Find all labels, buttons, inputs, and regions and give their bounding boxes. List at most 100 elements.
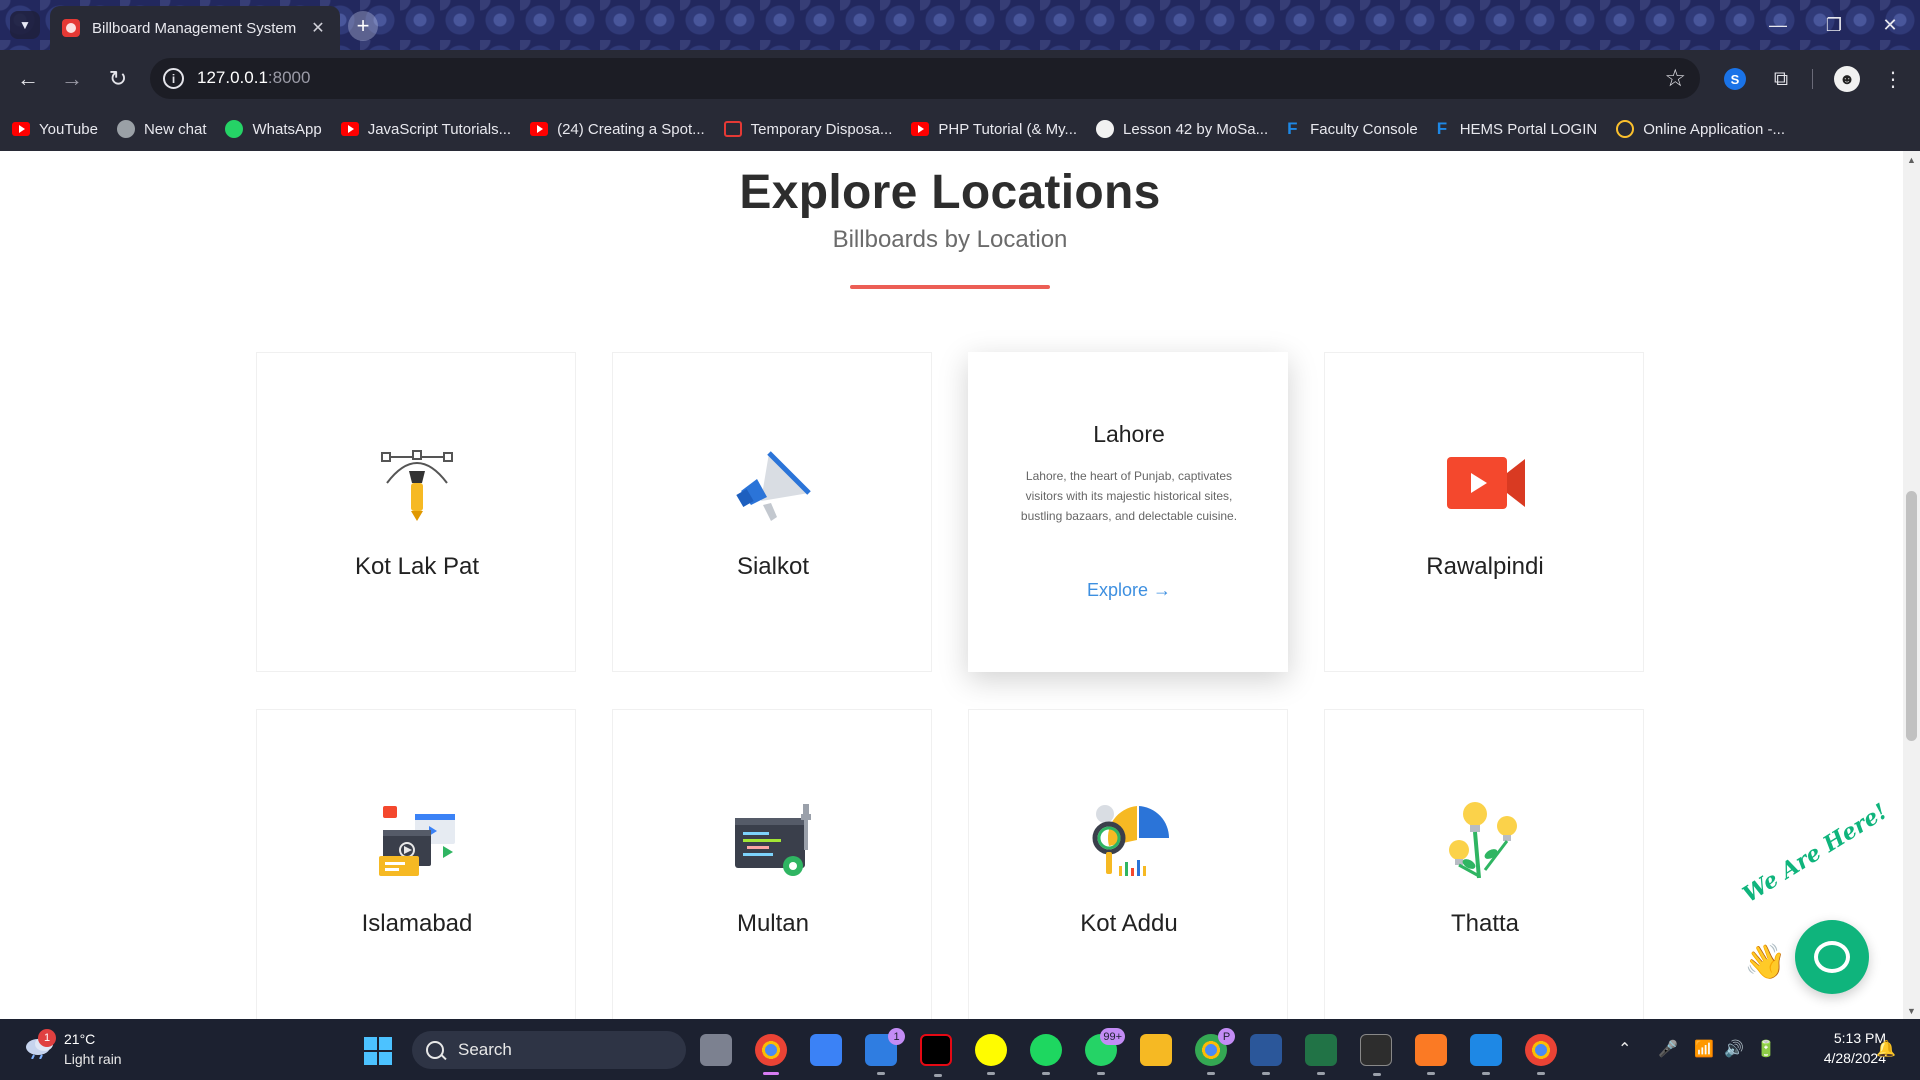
location-card-thatta[interactable]: Thatta xyxy=(1324,709,1644,1019)
whatsapp-app-icon[interactable]: 99+ xyxy=(1085,1028,1125,1075)
close-window-icon[interactable]: ✕ xyxy=(1870,10,1910,40)
xampp-icon[interactable] xyxy=(1415,1034,1447,1075)
reload-icon[interactable]: ↻ xyxy=(102,63,134,95)
minimize-icon[interactable]: — xyxy=(1758,10,1798,40)
toolbar-separator xyxy=(1812,69,1813,89)
microphone-icon[interactable]: 🎤 xyxy=(1658,1039,1678,1059)
word-icon[interactable] xyxy=(1250,1034,1282,1075)
restore-icon[interactable]: ❐ xyxy=(1814,10,1854,40)
page-content: Explore Locations Billboards by Location… xyxy=(0,151,1903,1019)
location-card-multan[interactable]: Multan xyxy=(612,709,932,1019)
profile-avatar-icon[interactable]: ☻ xyxy=(1831,63,1863,95)
volume-icon[interactable]: 🔊 xyxy=(1724,1039,1744,1059)
snapchat-icon[interactable] xyxy=(975,1034,1007,1075)
chatgpt-icon xyxy=(116,120,135,138)
bookmark-creating-spot[interactable]: (24) Creating a Spot... xyxy=(530,121,705,138)
browser-chrome: ▼ Billboard Management System ✕ + — ❐ ✕ … xyxy=(0,0,1920,151)
bookmark-new-chat[interactable]: New chat xyxy=(116,120,206,138)
youtube-icon xyxy=(12,122,30,136)
site-info-icon[interactable]: i xyxy=(163,68,184,89)
microsoft-store-icon[interactable] xyxy=(810,1034,842,1066)
bookmark-temporary-disposable[interactable]: Temporary Disposa... xyxy=(723,121,892,138)
taskbar-search[interactable]: Search xyxy=(412,1031,686,1069)
url-host: 127.0.0.1 xyxy=(197,68,268,87)
extensions-puzzle-icon[interactable]: ⧉ xyxy=(1765,63,1797,95)
weather-alert-badge: 1 xyxy=(38,1029,56,1047)
location-card-kot-addu[interactable]: Kot Addu xyxy=(968,709,1288,1019)
back-arrow-icon[interactable]: ← xyxy=(12,63,44,95)
battery-icon[interactable]: 🔋 xyxy=(1756,1039,1776,1059)
section-title: Explore Locations xyxy=(739,166,1161,219)
windows-taskbar: 1 21°C Light rain Search 1 99+ P ⌃ 🎤 📶 🔊… xyxy=(0,1019,1920,1080)
github-icon xyxy=(1096,120,1115,138)
site-favicon-icon xyxy=(62,19,80,37)
bookmark-faculty-console[interactable]: F Faculty Console xyxy=(1287,119,1418,139)
chrome-window-icon[interactable] xyxy=(1525,1034,1557,1075)
bookmarks-bar: YouTube New chat WhatsApp JavaScript Tut… xyxy=(0,107,1920,151)
chrome-profile-icon[interactable]: P xyxy=(1195,1028,1235,1075)
location-card-rawalpindi[interactable]: Rawalpindi xyxy=(1324,352,1644,672)
address-bar[interactable]: i 127.0.0.1:8000 ☆ xyxy=(150,58,1700,99)
location-card-islamabad[interactable]: Islamabad xyxy=(256,709,576,1019)
bookmark-online-application[interactable]: Online Application -... xyxy=(1616,120,1785,138)
whatsapp-icon xyxy=(225,120,244,138)
whatsapp-badge: 99+ xyxy=(1100,1028,1125,1045)
mail-app-icon[interactable]: 1 xyxy=(865,1028,905,1075)
clock-date[interactable]: 4/28/2024 xyxy=(1796,1050,1886,1066)
bookmark-label: Faculty Console xyxy=(1310,120,1418,138)
location-card-lahore[interactable]: Lahore Lahore, the heart of Punjab, capt… xyxy=(968,352,1288,672)
weather-description[interactable]: Light rain xyxy=(64,1051,122,1067)
location-name: Rawalpindi xyxy=(1426,553,1544,580)
file-explorer-icon[interactable] xyxy=(1140,1034,1172,1066)
chrome-icon[interactable] xyxy=(755,1034,787,1075)
task-view-icon[interactable] xyxy=(700,1034,732,1066)
tab-search-button[interactable]: ▼ xyxy=(10,11,40,39)
chat-button[interactable] xyxy=(1795,920,1869,994)
tab-title: Billboard Management System xyxy=(92,19,297,37)
scrollbar-thumb[interactable] xyxy=(1906,491,1917,741)
bookmark-lesson-42[interactable]: Lesson 42 by MoSa... xyxy=(1096,120,1268,138)
url-text[interactable]: 127.0.0.1:8000 xyxy=(197,68,310,88)
bookmark-label: WhatsApp xyxy=(252,120,322,138)
terminal-icon[interactable] xyxy=(1360,1034,1392,1076)
tab-bar: ▼ Billboard Management System ✕ + — ❐ ✕ xyxy=(0,0,1920,50)
video-camera-icon xyxy=(1447,457,1525,509)
show-hidden-icons-icon[interactable]: ⌃ xyxy=(1618,1039,1631,1059)
weather-temperature[interactable]: 21°C xyxy=(64,1031,95,1047)
netflix-icon[interactable] xyxy=(920,1034,952,1077)
bookmark-label: PHP Tutorial (& My... xyxy=(938,120,1078,138)
page-scrollbar[interactable]: ▲ ▼ xyxy=(1903,151,1920,1019)
location-card-sialkot[interactable]: Sialkot xyxy=(612,352,932,672)
bookmark-whatsapp[interactable]: WhatsApp xyxy=(225,120,322,138)
bookmark-youtube[interactable]: YouTube xyxy=(12,121,98,138)
f-icon: F xyxy=(1287,119,1298,138)
forward-arrow-icon[interactable]: → xyxy=(56,63,88,95)
location-name: Kot Addu xyxy=(1080,910,1178,937)
bookmark-star-icon[interactable]: ☆ xyxy=(1664,64,1686,93)
location-name: Lahore xyxy=(1093,421,1165,447)
wifi-icon[interactable]: 📶 xyxy=(1694,1039,1714,1059)
vscode-icon[interactable] xyxy=(1470,1034,1502,1075)
new-tab-button[interactable]: + xyxy=(348,11,378,41)
notification-bell-icon[interactable]: 🔔 xyxy=(1876,1039,1896,1059)
bookmark-label: (24) Creating a Spot... xyxy=(557,120,705,138)
bookmark-hems-portal[interactable]: F HEMS Portal LOGIN xyxy=(1437,119,1598,139)
bookmark-php-tutorial[interactable]: PHP Tutorial (& My... xyxy=(911,121,1077,138)
analytics-magnifier-icon xyxy=(1092,805,1169,876)
location-card-kot-lak-pat[interactable]: Kot Lak Pat xyxy=(256,352,576,672)
close-tab-icon[interactable]: ✕ xyxy=(308,18,328,38)
scroll-down-arrow-icon[interactable]: ▼ xyxy=(1903,1002,1920,1019)
spotify-icon[interactable] xyxy=(1030,1034,1062,1075)
menu-kebab-icon[interactable]: ⋮ xyxy=(1877,63,1909,95)
explore-link[interactable]: Explore → xyxy=(969,580,1289,601)
mail-badge: 1 xyxy=(888,1028,905,1045)
waving-hand-icon: 👋 xyxy=(1744,943,1787,981)
scroll-up-arrow-icon[interactable]: ▲ xyxy=(1903,151,1920,168)
section-divider xyxy=(850,285,1050,289)
excel-icon[interactable] xyxy=(1305,1034,1337,1075)
shazam-extension-icon[interactable]: S xyxy=(1719,63,1751,95)
bookmark-js-tutorials[interactable]: JavaScript Tutorials... xyxy=(340,121,511,138)
windows-start-icon[interactable] xyxy=(364,1037,392,1065)
tab-billboard[interactable]: Billboard Management System ✕ xyxy=(50,6,340,50)
location-name: Multan xyxy=(736,910,810,937)
